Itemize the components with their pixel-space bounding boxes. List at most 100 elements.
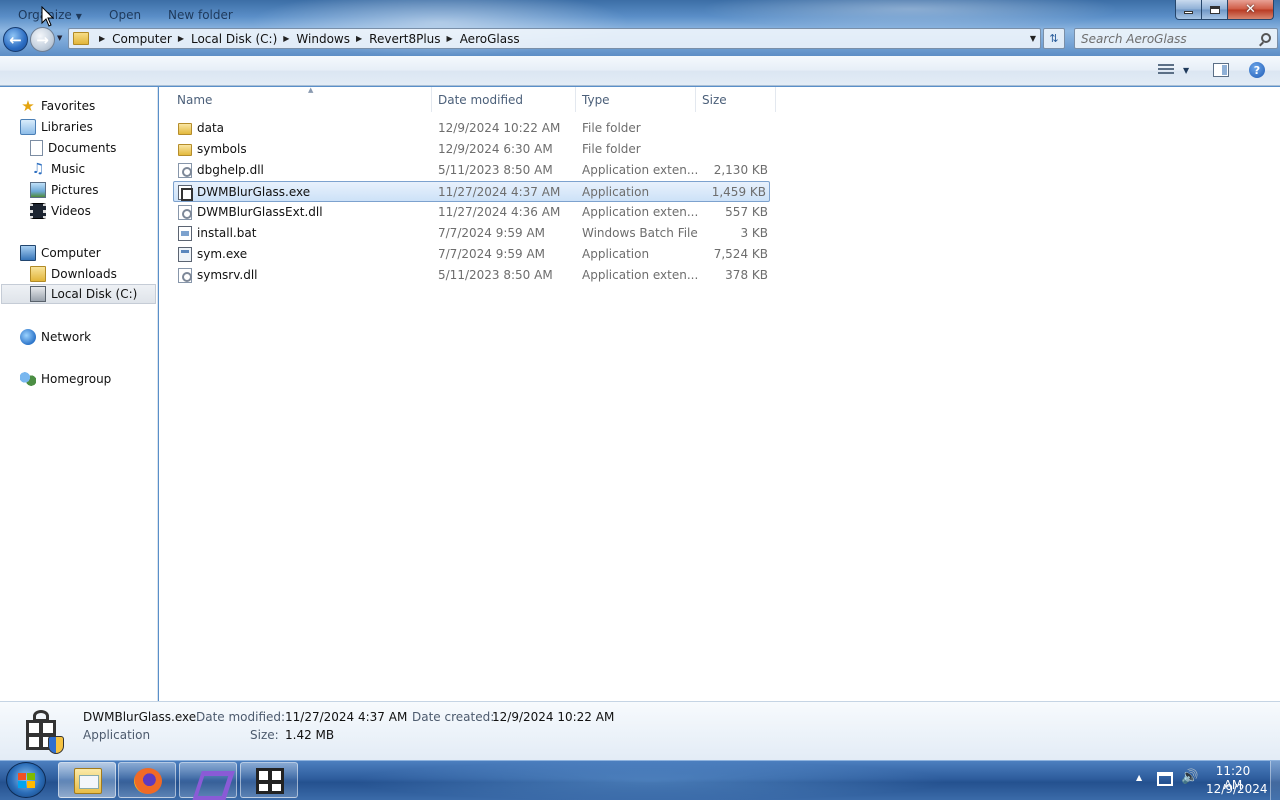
- file-row[interactable]: install.bat 7/7/2024 9:59 AM Windows Bat…: [174, 223, 771, 244]
- column-label: Type: [582, 92, 610, 107]
- search-input[interactable]: [1075, 29, 1251, 48]
- nav-homegroup[interactable]: Homegroup: [20, 369, 111, 389]
- details-size-label: Size:: [250, 728, 279, 742]
- file-row[interactable]: data 12/9/2024 10:22 AM File folder: [174, 118, 771, 139]
- nav-label: Homegroup: [41, 372, 112, 386]
- file-date: 12/9/2024 6:30 AM: [438, 142, 553, 156]
- nav-pictures[interactable]: Pictures: [30, 180, 99, 200]
- file-name: data: [197, 121, 225, 135]
- help-icon[interactable]: ?: [1249, 62, 1265, 78]
- file-row[interactable]: DWMBlurGlassExt.dll 11/27/2024 4:36 AM A…: [174, 202, 771, 223]
- chevron-down-icon: ▼: [75, 12, 82, 21]
- details-file-type: Application: [83, 728, 151, 742]
- nav-label: Pictures: [51, 183, 99, 197]
- column-label: Date modified: [438, 92, 524, 107]
- view-options-dropdown[interactable]: ▼: [1183, 66, 1189, 75]
- address-bar[interactable]: ▶ Computer ▶ Local Disk (C:) ▶ Windows ▶…: [68, 28, 1041, 49]
- taskbar-firefox[interactable]: [118, 762, 176, 798]
- column-header-date[interactable]: Date modified: [432, 87, 576, 112]
- libraries-icon: [20, 119, 36, 135]
- taskbar-visual-studio[interactable]: [179, 762, 237, 798]
- nav-label: Libraries: [41, 120, 93, 134]
- open-button[interactable]: Open: [109, 8, 141, 22]
- file-row[interactable]: dbghelp.dll 5/11/2023 8:50 AM Applicatio…: [174, 160, 771, 181]
- chevron-right-icon[interactable]: ▶: [283, 34, 289, 43]
- network-tray-icon[interactable]: [1157, 772, 1173, 786]
- file-type: Application exten...: [582, 163, 699, 177]
- file-size: 7,524 KB: [713, 247, 768, 261]
- minimize-button[interactable]: [1175, 0, 1202, 20]
- chevron-down-icon: ▼: [57, 34, 63, 42]
- nav-local-disk[interactable]: Local Disk (C:): [1, 284, 156, 304]
- address-history-dropdown[interactable]: ▼: [1030, 34, 1036, 43]
- visual-studio-icon: [195, 768, 223, 794]
- refresh-button[interactable]: ⇅: [1043, 28, 1065, 49]
- file-type: File folder: [582, 142, 641, 156]
- column-header-size[interactable]: Size: [696, 87, 776, 112]
- search-box: [1074, 28, 1278, 49]
- nav-videos[interactable]: Videos: [30, 201, 91, 221]
- firefox-icon: [134, 768, 162, 794]
- nav-label: Music: [51, 162, 86, 176]
- chevron-right-icon[interactable]: ▶: [356, 34, 362, 43]
- nav-label: Computer: [41, 246, 101, 260]
- local-disk-icon: [30, 286, 46, 302]
- minimize-icon: [1184, 11, 1193, 14]
- file-row[interactable]: symbols 12/9/2024 6:30 AM File folder: [174, 139, 771, 160]
- column-header-name[interactable]: Name ▲: [171, 86, 432, 112]
- nav-libraries[interactable]: Libraries: [20, 117, 93, 137]
- nav-label: Videos: [51, 204, 91, 218]
- breadcrumb-computer[interactable]: Computer: [112, 32, 172, 46]
- file-row[interactable]: sym.exe 7/7/2024 9:59 AM Application 7,5…: [174, 244, 771, 265]
- taskbar-windows-explorer[interactable]: [58, 762, 116, 798]
- file-size: 557 KB: [725, 205, 768, 219]
- show-hidden-icons-button[interactable]: ▲: [1136, 773, 1142, 782]
- refresh-icon: ⇅: [1049, 32, 1059, 45]
- file-date: 7/7/2024 9:59 AM: [438, 226, 546, 240]
- nav-documents[interactable]: Documents: [30, 138, 116, 158]
- show-desktop-button[interactable]: [1270, 761, 1280, 800]
- file-size: 2,130 KB: [713, 163, 768, 177]
- file-name: DWMBlurGlassExt.dll: [197, 205, 323, 219]
- nav-computer[interactable]: Computer: [20, 243, 101, 263]
- breadcrumb-windows[interactable]: Windows: [296, 32, 350, 46]
- maximize-button[interactable]: [1202, 0, 1228, 20]
- file-type: Application exten...: [582, 205, 699, 219]
- gift-app-icon: [256, 768, 284, 794]
- nav-favorites[interactable]: ★ Favorites: [20, 96, 95, 116]
- dll-file-icon: [178, 268, 192, 283]
- nav-music[interactable]: ♫ Music: [30, 159, 85, 179]
- file-name: sym.exe: [197, 247, 248, 261]
- new-folder-button[interactable]: New folder: [168, 8, 233, 22]
- column-header-type[interactable]: Type: [576, 87, 696, 112]
- taskbar-dwmblurglass[interactable]: [240, 762, 298, 798]
- nav-downloads[interactable]: Downloads: [30, 264, 117, 284]
- folder-icon: [178, 144, 192, 156]
- close-button[interactable]: ✕: [1228, 0, 1274, 20]
- nav-network[interactable]: Network: [20, 327, 91, 347]
- preview-pane-icon[interactable]: [1213, 63, 1229, 77]
- chevron-right-icon[interactable]: ▶: [178, 34, 184, 43]
- search-icon[interactable]: [1261, 33, 1271, 43]
- volume-tray-icon[interactable]: 🔊: [1181, 769, 1198, 785]
- recent-pages-dropdown[interactable]: ▼: [57, 34, 67, 44]
- file-date: 12/9/2024 10:22 AM: [438, 121, 561, 135]
- start-button[interactable]: [6, 762, 46, 798]
- file-size: 3 KB: [740, 226, 768, 240]
- forward-button[interactable]: →: [30, 27, 55, 52]
- chevron-right-icon[interactable]: ▶: [447, 34, 453, 43]
- arrow-right-icon: →: [36, 30, 49, 49]
- file-type: Application exten...: [582, 268, 699, 282]
- breadcrumb-local-disk[interactable]: Local Disk (C:): [191, 32, 277, 46]
- file-row-selected[interactable]: DWMBlurGlass.exe 11/27/2024 4:37 AM Appl…: [173, 181, 770, 202]
- file-row[interactable]: symsrv.dll 5/11/2023 8:50 AM Application…: [174, 265, 771, 286]
- documents-icon: [30, 140, 43, 156]
- chevron-right-icon[interactable]: ▶: [99, 34, 105, 43]
- back-button[interactable]: ←: [3, 27, 28, 52]
- breadcrumb-revert8plus[interactable]: Revert8Plus: [369, 32, 440, 46]
- change-view-icon[interactable]: [1158, 64, 1174, 76]
- pictures-icon: [30, 182, 46, 198]
- clock-date[interactable]: 12/9/2024: [1206, 782, 1268, 796]
- breadcrumb-aeroglass[interactable]: AeroGlass: [460, 32, 520, 46]
- file-list: Name ▲ Date modified Type Size data 12/9…: [159, 86, 1280, 701]
